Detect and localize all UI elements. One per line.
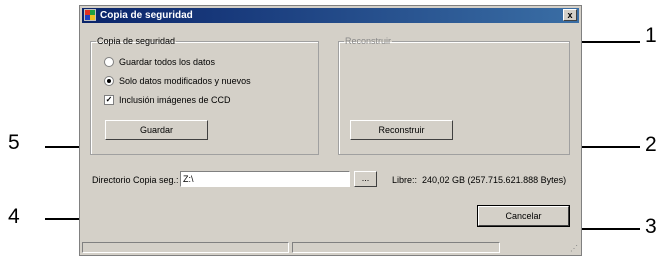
include-ccd-label: Inclusión imágenes de CCD — [119, 95, 231, 105]
checkbox-checked-icon: ✓ — [104, 95, 114, 105]
app-icon — [84, 9, 96, 21]
status-panel-left — [82, 242, 289, 253]
rebuild-button[interactable]: Reconstruir — [350, 120, 453, 140]
directory-input[interactable]: Z:\ — [180, 171, 350, 187]
restore-group-legend: Reconstruir — [345, 36, 392, 46]
status-panel-right — [292, 242, 500, 253]
title-bar: Copia de seguridad x — [82, 8, 579, 23]
free-space-value: 240,02 GB (257.715.621.888 Bytes) — [422, 175, 567, 185]
browse-button[interactable]: ... — [354, 171, 377, 187]
radio-icon — [104, 57, 114, 67]
backup-group-legend: Copia de seguridad — [97, 36, 176, 46]
close-button[interactable]: x — [563, 9, 577, 21]
include-ccd-checkbox[interactable]: ✓ Inclusión imágenes de CCD — [104, 93, 231, 107]
option-save-all[interactable]: Guardar todos los datos — [104, 55, 215, 69]
backup-dialog: Copia de seguridad x Copia de seguridad … — [79, 5, 582, 256]
status-bar: ⋰ — [81, 241, 580, 254]
option-modified-only[interactable]: Solo datos modificados y nuevos — [104, 74, 251, 88]
save-button[interactable]: Guardar — [105, 120, 208, 140]
resize-grip-icon[interactable]: ⋰ — [570, 244, 578, 253]
window-title: Copia de seguridad — [100, 10, 193, 21]
radio-selected-icon — [104, 76, 114, 86]
cancel-button[interactable]: Cancelar — [477, 205, 570, 227]
option-save-all-label: Guardar todos los datos — [119, 57, 216, 67]
free-space-label: Libre:: — [392, 175, 418, 185]
directory-label: Directorio Copia seg.: — [92, 175, 179, 185]
option-modified-only-label: Solo datos modificados y nuevos — [119, 76, 251, 86]
